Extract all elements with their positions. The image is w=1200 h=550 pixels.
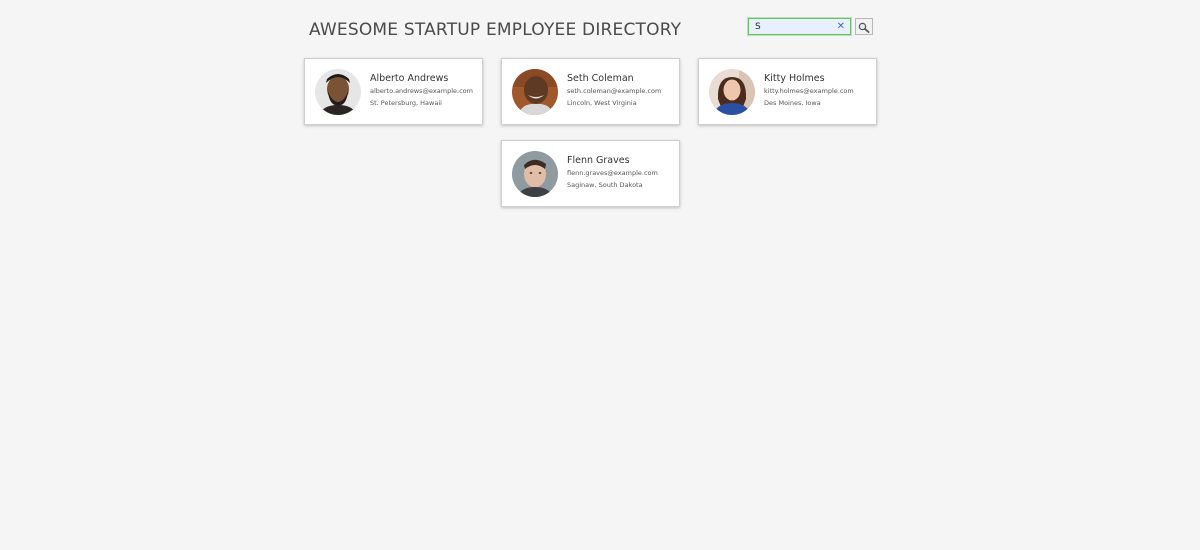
search-box[interactable]: ✕: [748, 18, 851, 35]
employee-card[interactable]: Kitty Holmes kitty.holmes@example.com De…: [698, 58, 877, 125]
employee-location: Saginaw, South Dakota: [567, 181, 643, 189]
page-title: AWESOME STARTUP EMPLOYEE DIRECTORY: [309, 20, 682, 40]
employee-location: Lincoln, West Virginia: [567, 99, 637, 107]
search-icon: [858, 22, 870, 33]
employee-name: Kitty Holmes: [764, 73, 825, 84]
employee-location: St. Petersburg, Hawaii: [370, 99, 442, 107]
employee-email: flenn.graves@example.com: [567, 169, 658, 177]
close-icon[interactable]: ✕: [837, 20, 845, 33]
employee-email: seth.coleman@example.com: [567, 87, 662, 95]
search-button[interactable]: [855, 18, 873, 35]
employee-name: Seth Coleman: [567, 73, 634, 84]
avatar: [512, 151, 558, 197]
employee-card[interactable]: Flenn Graves flenn.graves@example.com Sa…: [501, 140, 680, 207]
employee-name: Flenn Graves: [567, 155, 630, 166]
search-input[interactable]: [749, 19, 841, 34]
employee-name: Alberto Andrews: [370, 73, 449, 84]
employee-card[interactable]: Alberto Andrews alberto.andrews@example.…: [304, 58, 483, 125]
employee-card[interactable]: Seth Coleman seth.coleman@example.com Li…: [501, 58, 680, 125]
employee-email: alberto.andrews@example.com: [370, 87, 473, 95]
avatar: [315, 69, 361, 115]
avatar: [512, 69, 558, 115]
avatar: [709, 69, 755, 115]
employee-location: Des Moines, Iowa: [764, 99, 821, 107]
employee-email: kitty.holmes@example.com: [764, 87, 854, 95]
